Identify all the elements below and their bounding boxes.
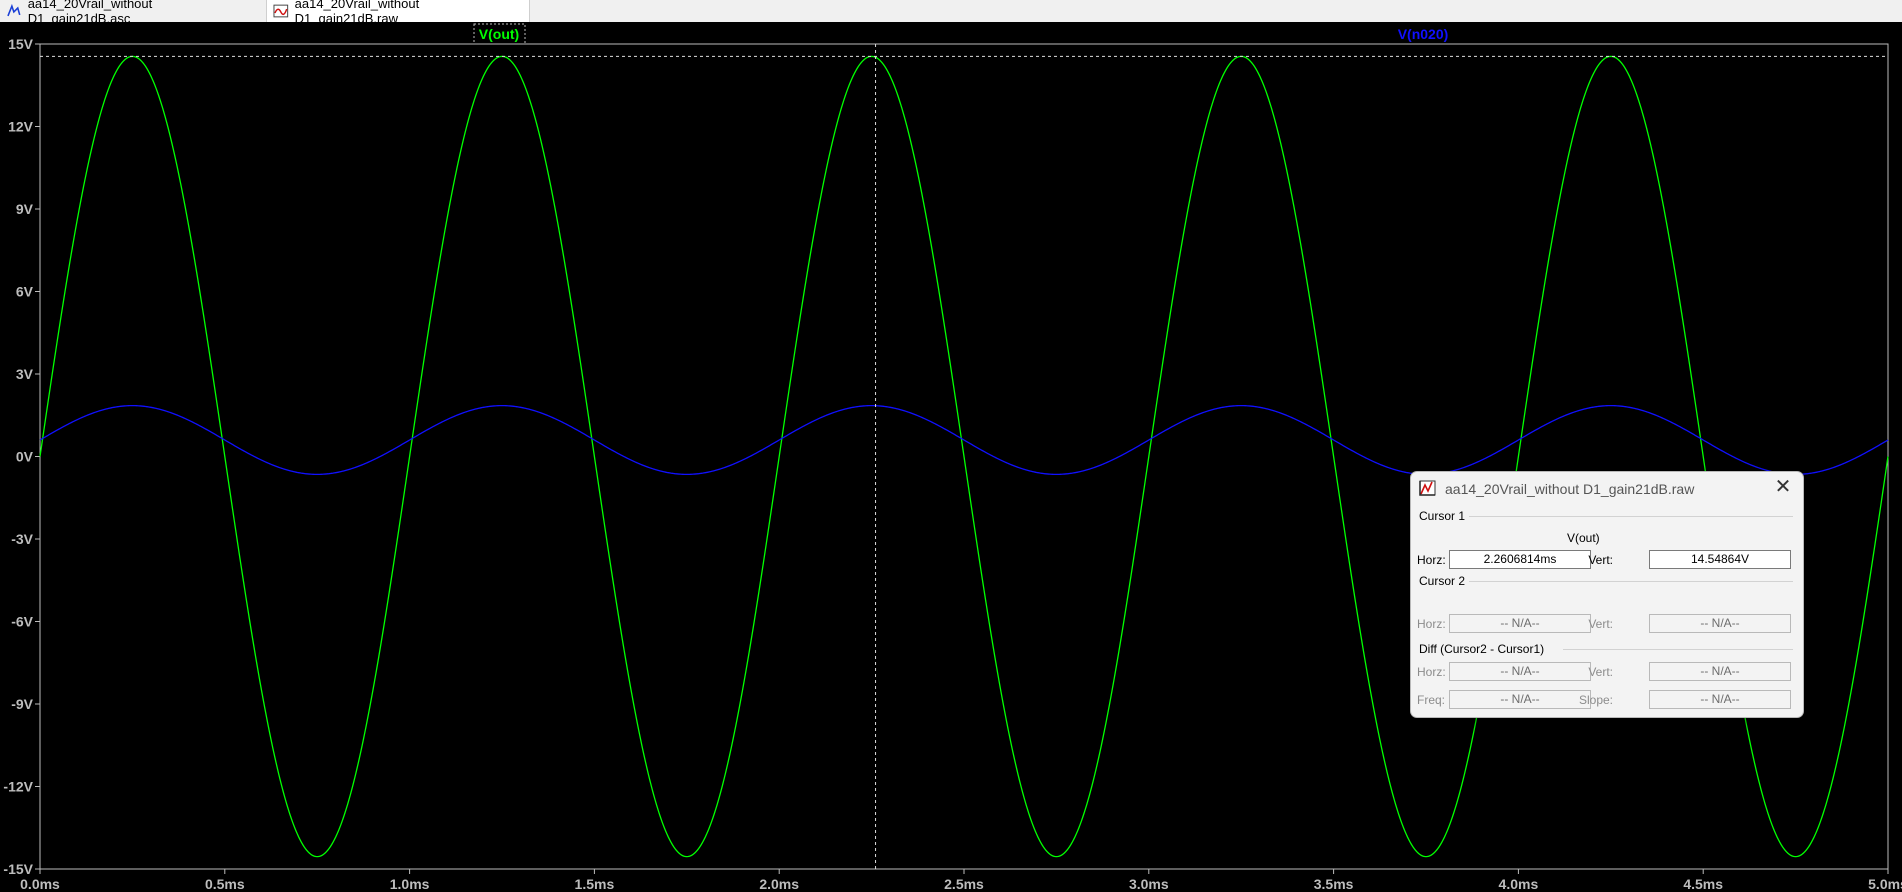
freq-label: Freq: xyxy=(1417,693,1446,707)
diff-horz-field: -- N/A-- xyxy=(1449,662,1591,681)
cursor1-trace-name: V(out) xyxy=(1567,531,1600,545)
vert-label: Vert: xyxy=(1588,553,1613,567)
y-tick-label: -3V xyxy=(11,531,33,547)
diff-group-label: Diff (Cursor2 - Cursor1) xyxy=(1419,642,1545,656)
x-tick-label: 0.5ms xyxy=(205,876,245,892)
y-tick-label: -6V xyxy=(11,614,33,630)
waveform-icon xyxy=(273,4,289,18)
cursor1-group-label: Cursor 1 xyxy=(1419,509,1466,523)
horz-label: Horz: xyxy=(1417,617,1446,631)
x-tick-label: 1.5ms xyxy=(575,876,615,892)
tab-waveform[interactable]: aa14_20Vrail_without D1_gain21dB.raw xyxy=(266,0,530,26)
tab-schematic[interactable]: aa14_20Vrail_without D1_gain21dB.asc xyxy=(0,0,262,26)
y-tick-label: 6V xyxy=(16,284,34,300)
horz-label: Horz: xyxy=(1417,665,1446,679)
x-tick-label: 4.5ms xyxy=(1683,876,1723,892)
diff-slope-field: -- N/A-- xyxy=(1649,690,1791,709)
waveform-plot[interactable]: 15V 12V 9V 6V 3V 0V -3V -6V -9V -12V -15V 0.0ms 0.5… xyxy=(0,22,1902,892)
document-tab-bar: aa14_20Vrail_without D1_gain21dB.asc aa1… xyxy=(0,0,1902,26)
y-tick-label: -9V xyxy=(11,696,33,712)
cursor2-horz-field: -- N/A-- xyxy=(1449,614,1591,633)
x-tick-label: 4.0ms xyxy=(1499,876,1539,892)
cursor-dialog: aa14_20Vrail_without D1_gain21dB.raw ✕ C… xyxy=(1410,471,1804,718)
diff-freq-field: -- N/A-- xyxy=(1449,690,1591,709)
y-tick-label: 9V xyxy=(16,201,34,217)
y-tick-label: 15V xyxy=(8,36,34,52)
x-tick-label: 3.0ms xyxy=(1129,876,1169,892)
x-tick-label: 3.5ms xyxy=(1314,876,1354,892)
cursor1-horz-field[interactable]: 2.2606814ms xyxy=(1449,550,1591,569)
cursor2-vert-field: -- N/A-- xyxy=(1649,614,1791,633)
dialog-titlebar[interactable]: aa14_20Vrail_without D1_gain21dB.raw ✕ xyxy=(1411,472,1803,504)
x-tick-label: 1.0ms xyxy=(390,876,430,892)
vert-label: Vert: xyxy=(1588,665,1613,679)
y-tick-label: 3V xyxy=(16,366,34,382)
y-tick-label: -12V xyxy=(3,779,33,795)
cursor1-vert-field[interactable]: 14.54864V xyxy=(1649,550,1791,569)
trace-label-vout[interactable]: V(out) xyxy=(479,26,519,42)
group-divider xyxy=(1469,516,1793,517)
trace-label-vn020[interactable]: V(n020) xyxy=(1398,26,1449,42)
x-tick-label: 2.0ms xyxy=(759,876,799,892)
vert-label: Vert: xyxy=(1588,617,1613,631)
close-icon[interactable]: ✕ xyxy=(1773,477,1793,497)
diff-vert-field: -- N/A-- xyxy=(1649,662,1791,681)
y-tick-label: 0V xyxy=(16,449,34,465)
group-divider xyxy=(1469,581,1793,582)
horz-label: Horz: xyxy=(1417,553,1446,567)
x-tick-label: 5.0ms xyxy=(1868,876,1902,892)
cursor2-group-label: Cursor 2 xyxy=(1419,574,1466,588)
group-divider xyxy=(1563,649,1793,650)
schematic-icon xyxy=(7,3,21,17)
y-tick-label: 12V xyxy=(8,119,34,135)
x-tick-label: 2.5ms xyxy=(944,876,984,892)
dialog-title: aa14_20Vrail_without D1_gain21dB.raw xyxy=(1445,481,1695,497)
plot-cursor-icon xyxy=(1419,480,1436,496)
y-tick-label: -15V xyxy=(3,861,33,877)
x-tick-label: 0.0ms xyxy=(20,876,60,892)
slope-label: Slope: xyxy=(1578,693,1613,707)
